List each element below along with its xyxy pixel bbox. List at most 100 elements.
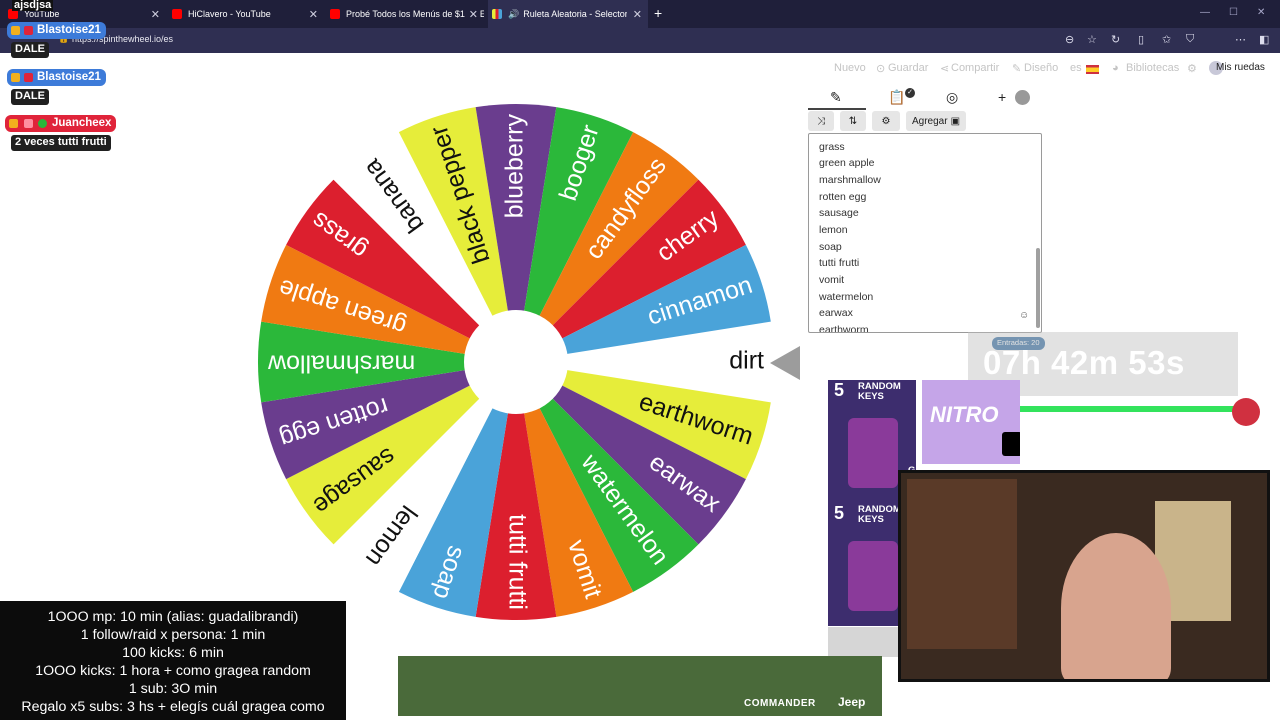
entries-textarea[interactable]: grass green apple marshmallow rotten egg… — [808, 133, 1042, 333]
clipboard-badge-icon: ✓ — [905, 88, 915, 98]
add-plus-icon[interactable]: + — [998, 89, 1006, 105]
sort-icon: ⇅ — [848, 115, 858, 127]
more-menu-icon[interactable]: ⋯ — [1235, 33, 1246, 46]
favorites-icon[interactable]: ✩ — [1162, 33, 1171, 46]
reader-icon[interactable]: ⊖ — [1065, 33, 1074, 46]
my-wheels-button[interactable]: Mis ruedas — [1209, 58, 1272, 80]
streamer-avatar-icon — [1232, 398, 1260, 426]
chat-username-text: Blastoise21 — [37, 24, 101, 36]
add-image-button[interactable]: Agregar ▣ — [906, 111, 966, 131]
sort-button[interactable]: ⇅ — [840, 111, 866, 131]
nav-language[interactable]: es — [1070, 62, 1082, 74]
wheel-segment-label: dirt — [729, 347, 764, 375]
minimize-icon[interactable]: — — [1200, 7, 1210, 18]
nav-share[interactable]: Compartir — [951, 62, 999, 74]
tab-hiclavero[interactable]: HiClavero - YouTube ✕ — [172, 0, 324, 28]
sidebar-icon[interactable]: ◧ — [1259, 33, 1269, 46]
browser-tab-bar: YouTube ✕ HiClavero - YouTube ✕ Probé To… — [0, 0, 1280, 28]
nav-new[interactable]: Nuevo — [834, 62, 866, 74]
nav-design[interactable]: Diseño — [1024, 62, 1058, 74]
settings-gear-icon[interactable]: ⚙ — [1187, 62, 1197, 75]
wheel-favicon-icon — [492, 9, 502, 19]
mystery-box-icon — [848, 418, 898, 488]
edit-pencil-icon[interactable]: ✎ — [830, 89, 842, 106]
ad-count: 5 — [834, 503, 845, 523]
badge-icon — [9, 119, 18, 128]
nav-libraries[interactable]: Bibliotecas — [1126, 62, 1179, 74]
shuffle-button[interactable]: ⤨ — [808, 111, 834, 131]
nav-save[interactable]: Guardar — [888, 62, 928, 74]
human-ad-thumb — [828, 627, 898, 657]
rule-line: 1 follow/raid x persona: 1 min — [80, 627, 266, 643]
entry-item: tutti frutti — [819, 257, 860, 269]
entry-item: watermelon — [819, 291, 874, 303]
wheel-center[interactable] — [464, 310, 568, 414]
refresh-icon[interactable]: ↻ — [1111, 33, 1120, 46]
rules-panel: 1OOO mp: 10 min (alias: guadalibrandi) 1… — [0, 601, 346, 720]
chat-message: DALE — [11, 42, 49, 58]
hide-eye-icon[interactable]: ◎ — [946, 89, 958, 106]
badge-icon — [11, 73, 20, 82]
close-icon[interactable]: ✕ — [465, 7, 478, 21]
heart-badge-icon — [24, 26, 33, 35]
gear-icon: ⚙ — [881, 115, 891, 127]
image-icon: ▣ — [950, 115, 961, 127]
nav-save-icon: ⊙ — [876, 63, 886, 75]
youtube-icon — [330, 9, 340, 19]
new-tab-icon[interactable]: + — [654, 5, 662, 21]
entry-item: soap — [819, 241, 842, 253]
subathon-timer: 07h 42m 53s — [983, 344, 1185, 381]
entry-item: lemon — [819, 224, 848, 236]
entry-item: earwax — [819, 307, 853, 319]
emoji-icon[interactable]: ☺ — [1019, 310, 1029, 321]
wheel-thumb-icon[interactable] — [1015, 90, 1030, 105]
webcam-feed — [898, 470, 1270, 682]
rule-line: Regalo x5 subs: 3 hs + elegís cuál grage… — [21, 699, 325, 715]
ad-model: COMMANDER — [744, 698, 816, 709]
ad-text: RANDOM KEYS — [858, 381, 901, 402]
mystery-box-icon — [848, 541, 898, 611]
tab-ruleta[interactable]: 🔊 Ruleta Aleatoria - Selector Pe ✕ — [488, 0, 648, 28]
chat-username: Juancheex — [5, 115, 117, 132]
black-square-icon — [1002, 432, 1020, 456]
chat-username-text: Blastoise21 — [37, 71, 101, 83]
discord-nitro-ad: NITRO — [922, 380, 1020, 464]
poster — [907, 479, 1017, 649]
wheel-segment-label: tutti frutti — [503, 514, 531, 610]
spin-wheel[interactable]: dirtearthwormearwaxwatermelonvomittutti … — [250, 96, 782, 628]
chat-username-text: Juancheex — [52, 117, 112, 129]
close-icon[interactable]: ✕ — [151, 8, 160, 21]
entry-item: vomit — [819, 274, 845, 286]
clipboard-icon[interactable]: 📋 — [888, 89, 905, 106]
spain-flag-icon — [1086, 65, 1099, 74]
sub-badge-icon — [38, 119, 47, 128]
shuffle-icon: ⤨ — [817, 115, 825, 127]
split-screen-icon[interactable]: ▯ — [1138, 33, 1144, 46]
speaker-icon: 🔊 — [508, 8, 520, 19]
entries-scrollbar[interactable] — [1036, 248, 1040, 328]
close-icon[interactable]: ✕ — [309, 8, 318, 21]
rule-line: 1OOO mp: 10 min (alias: guadalibrandi) — [47, 609, 299, 625]
streamer — [1061, 533, 1171, 679]
tab-menus[interactable]: Probé Todos los Menús de $1 en E ✕ — [330, 0, 484, 28]
tab-underline — [808, 108, 866, 110]
heart-badge-icon — [24, 73, 33, 82]
chat-username: Blastoise21 — [7, 22, 106, 39]
library-icon: ◕ — [1112, 62, 1119, 74]
entry-item: earthworm — [819, 324, 869, 333]
maximize-icon[interactable]: ☐ — [1229, 7, 1238, 18]
favorite-star-icon[interactable]: ☆ — [1087, 33, 1097, 46]
address-bar: 🔒 https://spinthewheel.io/es ⊖ ☆ ↻ ▯ ✩ ⛉… — [0, 28, 1280, 75]
window-close-icon[interactable]: ✕ — [1257, 7, 1265, 18]
entry-item: sausage — [819, 207, 859, 219]
heart-badge-icon — [24, 119, 33, 128]
shield-icon[interactable]: ⛉ — [1186, 33, 1194, 46]
ad-count: 5 — [834, 380, 845, 400]
chat-message: DALE — [11, 89, 49, 105]
screen: YouTube ✕ HiClavero - YouTube ✕ Probé To… — [0, 0, 1280, 720]
advanced-button[interactable]: ⚙ — [872, 111, 900, 131]
add-label: Agregar — [911, 115, 948, 127]
chat-top-username: ajsdjsa — [12, 0, 54, 11]
close-icon[interactable]: ✕ — [633, 8, 642, 21]
ad-brand: Jeep — [838, 695, 866, 709]
